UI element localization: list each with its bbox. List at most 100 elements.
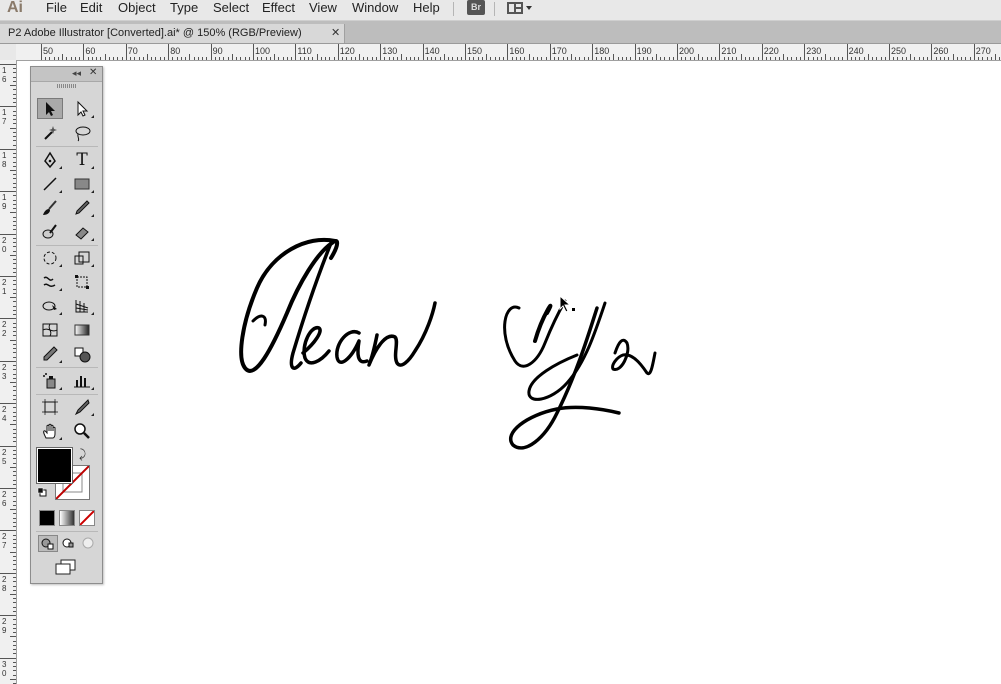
bridge-button[interactable]: Br (467, 0, 485, 15)
direct-selection-tool[interactable] (69, 98, 95, 119)
ruler-tick (0, 148, 16, 150)
ruler-tick (948, 57, 950, 60)
zoom-tool[interactable] (69, 420, 95, 441)
ruler-tick (66, 57, 68, 60)
ruler-tick (13, 411, 16, 413)
mesh-tool[interactable] (37, 319, 63, 340)
artboard-canvas[interactable] (17, 61, 1001, 684)
ruler-tick (575, 57, 577, 60)
mouse-cursor-icon (559, 295, 575, 313)
color-mode-button[interactable] (39, 510, 55, 526)
ruler-tick (13, 76, 16, 78)
ruler-tick (13, 93, 16, 95)
swap-fill-stroke-icon[interactable]: ⤸ (79, 447, 86, 462)
ruler-tick (456, 57, 458, 60)
blend-tool[interactable] (69, 343, 95, 364)
fill-swatch[interactable] (36, 447, 73, 484)
free-transform-tool[interactable] (69, 271, 95, 292)
clean-up-script-artwork[interactable] (227, 233, 667, 463)
vertical-ruler[interactable]: 161718192021222324252627282930 (0, 60, 17, 684)
pen-tool[interactable] (37, 149, 63, 170)
ruler-tick (223, 57, 225, 60)
default-fill-stroke-icon[interactable] (37, 487, 47, 497)
ruler-tick (609, 57, 611, 60)
type-tool[interactable]: T (69, 149, 95, 170)
none-mode-button[interactable] (79, 510, 95, 526)
ruler-tick (13, 352, 16, 354)
magic-wand-tool[interactable] (37, 122, 63, 143)
ruler-tick (13, 123, 16, 125)
ruler-tick (604, 57, 606, 60)
scale-tool[interactable] (69, 247, 95, 268)
ruler-tick (13, 377, 16, 379)
ruler-tick (121, 57, 123, 60)
draw-normal-button[interactable] (38, 535, 58, 552)
horizontal-ruler[interactable]: 50 60 70 80 90 100 110 120 130 140 150 160 170 180 190… (16, 44, 1001, 61)
selection-tool[interactable] (37, 98, 63, 119)
arrange-documents-icon[interactable] (507, 1, 535, 15)
close-tab-icon[interactable]: ✕ (331, 24, 340, 43)
ruler-tick (409, 57, 411, 60)
column-graph-tool[interactable] (69, 370, 95, 391)
draw-inside-button[interactable] (79, 535, 97, 550)
eraser-tool[interactable] (69, 221, 95, 242)
ruler-tick-label: 140 (424, 46, 440, 56)
rectangle-tool[interactable] (69, 173, 95, 194)
ruler-tick-label: 50 (43, 46, 54, 56)
menu-file[interactable]: File (46, 0, 67, 20)
paintbrush-tool[interactable] (37, 197, 63, 218)
blob-brush-tool[interactable] (37, 221, 63, 242)
ruler-tick (13, 644, 16, 646)
ruler-tick (13, 462, 16, 464)
menu-edit[interactable]: Edit (80, 0, 102, 20)
document-tab[interactable]: P2 Adobe Illustrator [Converted].ai* @ 1… (0, 24, 345, 43)
menu-type[interactable]: Type (170, 0, 198, 20)
eyedropper-tool[interactable] (37, 343, 63, 364)
gradient-tool[interactable] (69, 319, 95, 340)
ruler-tick (13, 517, 16, 519)
ruler-tick (13, 390, 16, 392)
lasso-tool[interactable] (69, 122, 95, 143)
ruler-tick (244, 57, 246, 60)
close-panel-icon[interactable]: ✕ (89, 67, 97, 78)
slice-tool[interactable] (69, 396, 95, 417)
menu-effect[interactable]: Effect (262, 0, 295, 20)
draw-behind-button[interactable] (59, 535, 77, 550)
change-screen-mode-icon[interactable] (53, 559, 79, 575)
ruler-tick (206, 57, 208, 60)
gradient-mode-button[interactable] (59, 510, 75, 526)
ruler-tick (469, 57, 471, 60)
tools-panel-header[interactable]: ◂◂ ✕ (31, 67, 102, 82)
artboard-tool[interactable] (37, 396, 63, 417)
ruler-tick (973, 44, 975, 60)
perspective-grid-tool[interactable] (69, 295, 95, 316)
menu-select[interactable]: Select (213, 0, 249, 20)
ruler-tick (893, 57, 895, 60)
collapse-panel-icon[interactable]: ◂◂ (72, 68, 81, 79)
ruler-tick (655, 54, 657, 60)
menu-view[interactable]: View (309, 0, 337, 20)
line-segment-tool[interactable] (37, 173, 63, 194)
rotate-tool[interactable] (37, 247, 63, 268)
ruler-tick (13, 263, 16, 265)
ruler-tick (13, 471, 16, 473)
warp-tool[interactable] (37, 271, 63, 292)
ruler-tick (13, 394, 16, 396)
ruler-tick (367, 57, 369, 60)
symbol-sprayer-tool[interactable] (37, 370, 63, 391)
zoom-magnifier-icon (74, 422, 90, 439)
menu-help[interactable]: Help (413, 0, 440, 20)
ruler-tick-label: 2 (2, 405, 7, 415)
shape-builder-tool[interactable] (37, 295, 63, 316)
ruler-tick (138, 57, 140, 60)
pencil-tool[interactable] (69, 197, 95, 218)
ruler-tick (13, 322, 16, 324)
menu-object[interactable]: Object (118, 0, 156, 20)
panel-grip[interactable] (57, 84, 77, 88)
menu-window[interactable]: Window (352, 0, 398, 20)
ruler-tick (10, 382, 16, 383)
ruler-tick (13, 356, 16, 358)
hand-tool[interactable] (37, 420, 63, 441)
ruler-tick (13, 165, 16, 167)
ruler-origin[interactable] (0, 44, 17, 61)
